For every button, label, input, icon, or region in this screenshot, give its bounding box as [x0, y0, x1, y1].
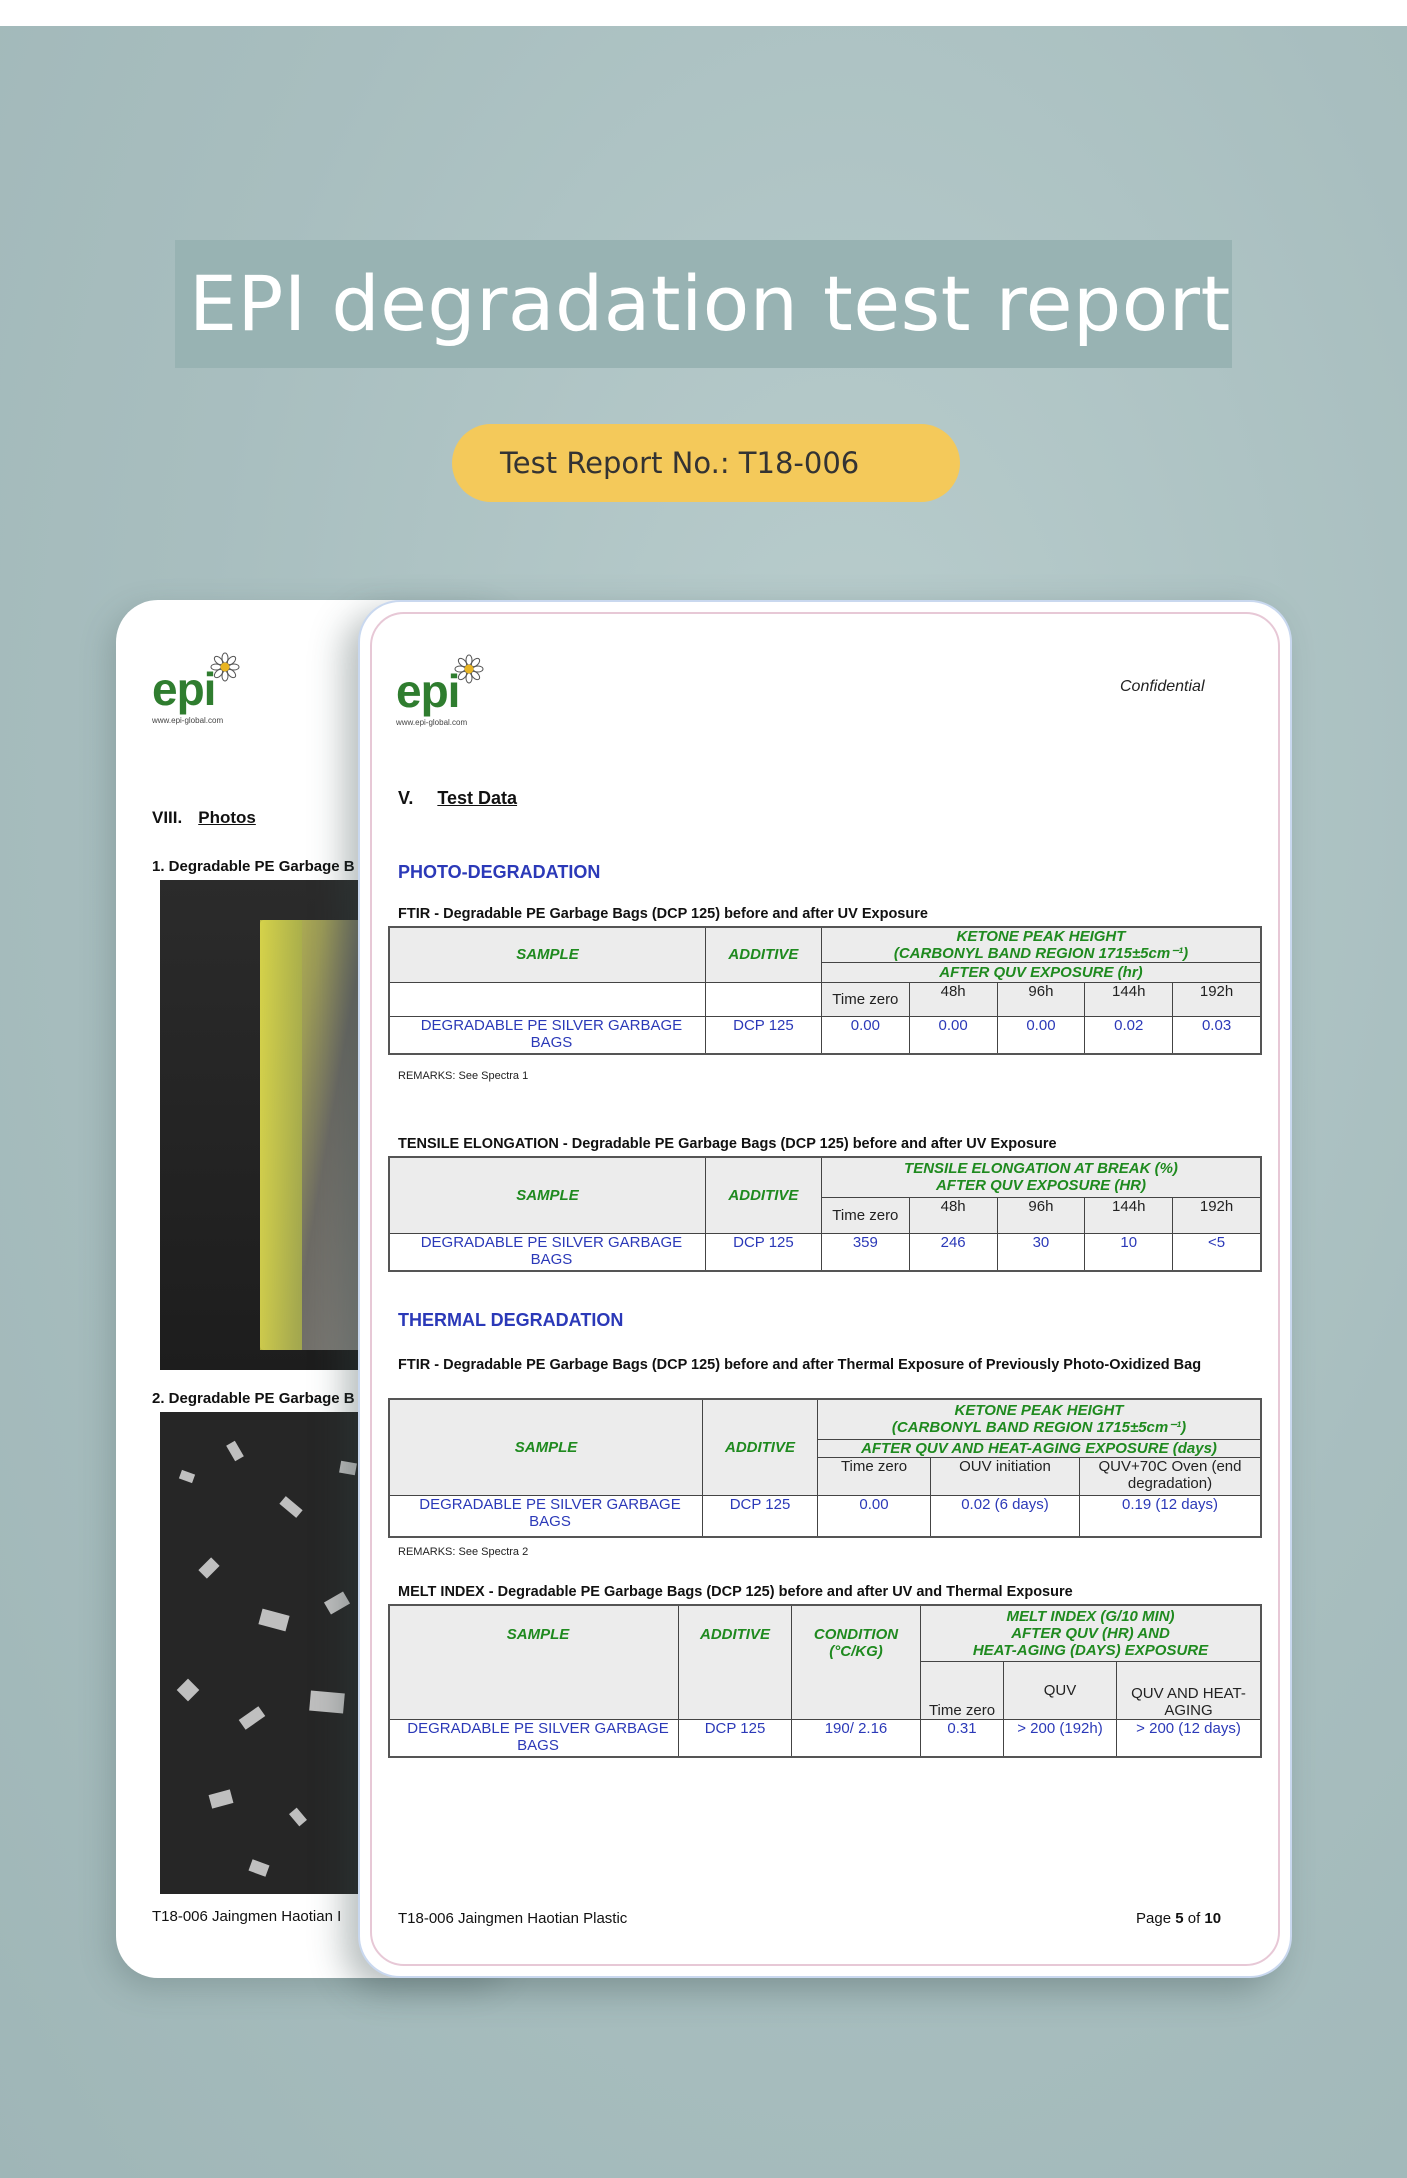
table1-remarks: REMARKS: See Spectra 1 — [398, 1070, 529, 1082]
sample-cell: DEGRADABLE PE SILVER GARBAGE BAGS — [388, 1494, 703, 1538]
col-header: Time zero — [920, 1660, 1004, 1720]
epi-logo: epi www.epi-global.com — [152, 652, 240, 725]
sample-cell: DEGRADABLE PE SILVER GARBAGE BAGS — [388, 1718, 679, 1758]
table4-caption: MELT INDEX - Degradable PE Garbage Bags … — [398, 1584, 1073, 1600]
front-document-page: epi www.epi-global.com Confidential V. Te… — [358, 600, 1292, 1978]
additive-cell: DCP 125 — [704, 1232, 822, 1272]
thermal-degradation-heading: THERMAL DEGRADATION — [398, 1310, 624, 1330]
col-header: QUV AND HEAT-AGING — [1116, 1660, 1262, 1720]
col-header: 192h — [1172, 981, 1262, 1017]
value-cell: 0.00 — [820, 1015, 910, 1055]
flower-icon — [454, 654, 484, 684]
test-data-heading: V. Test Data — [398, 788, 517, 809]
exposure-header: AFTER QUV EXPOSURE (hr) — [820, 961, 1262, 983]
sample-header: SAMPLE — [388, 926, 706, 983]
photo-degradation-heading: PHOTO-DEGRADATION — [398, 862, 601, 882]
photo-caption-2: 2. Degradable PE Garbage B — [152, 1390, 355, 1407]
col-header: 144h — [1084, 1196, 1174, 1234]
value-cell: > 200 (192h) — [1003, 1718, 1117, 1758]
table2-caption: TENSILE ELONGATION - Degradable PE Garba… — [398, 1136, 1057, 1152]
tensile-header: TENSILE ELONGATION AT BREAK (%) AFTER QU… — [820, 1156, 1262, 1198]
value-cell: 0.02 (6 days) — [930, 1494, 1080, 1538]
value-cell: 0.00 — [996, 1015, 1086, 1055]
value-cell: 10 — [1084, 1232, 1174, 1272]
melt-index-header: MELT INDEX (G/10 MIN) AFTER QUV (HR) AND… — [920, 1604, 1262, 1662]
page-number: Page 5 of 10 — [1136, 1910, 1222, 1927]
page-title: EPI degradation test report — [189, 259, 1231, 348]
table3-remarks: REMARKS: See Spectra 2 — [398, 1546, 529, 1558]
value-cell: 0.02 — [1084, 1015, 1174, 1055]
logo-url: www.epi-global.com — [396, 718, 468, 727]
value-cell: 0.19 (12 days) — [1079, 1494, 1262, 1538]
sample-cell: DEGRADABLE PE SILVER GARBAGE BAGS — [388, 1015, 706, 1055]
confidential-label: Confidential — [1120, 678, 1205, 695]
report-number-text: Test Report No.: T18-006 — [500, 446, 860, 480]
condition-cell: 190/ 2.16 — [791, 1718, 921, 1758]
title-banner: EPI degradation test report — [175, 240, 1232, 368]
additive-header: ADDITIVE — [704, 1156, 822, 1234]
logo-url: www.epi-global.com — [152, 716, 224, 725]
epi-logo: epi www.epi-global.com — [396, 654, 484, 727]
additive-header: ADDITIVE — [678, 1604, 792, 1720]
sample-header: SAMPLE — [388, 1398, 703, 1496]
photo-caption-1: 1. Degradable PE Garbage B — [152, 858, 355, 875]
value-cell: 0.00 — [817, 1494, 931, 1538]
value-cell: <5 — [1172, 1232, 1262, 1272]
ketone-header: KETONE PEAK HEIGHT (CARBONYL BAND REGION… — [817, 1398, 1262, 1440]
additive-header: ADDITIVE — [704, 926, 822, 983]
section-title: Photos — [198, 808, 256, 827]
section-number: VIII. — [152, 808, 183, 827]
section-number: V. — [398, 788, 414, 808]
col-header: 192h — [1172, 1196, 1262, 1234]
table3-caption: FTIR - Degradable PE Garbage Bags (DCP 1… — [398, 1357, 1202, 1373]
col-header: Time zero — [820, 981, 910, 1017]
col-header: 48h — [908, 981, 998, 1017]
col-header: QUV — [1003, 1660, 1117, 1720]
col-header: Time zero — [820, 1196, 910, 1234]
additive-cell: DCP 125 — [702, 1494, 818, 1538]
value-cell: > 200 (12 days) — [1116, 1718, 1262, 1758]
flower-icon — [210, 652, 240, 682]
condition-header: CONDITION (°C/KG) — [791, 1604, 921, 1720]
value-cell: 359 — [820, 1232, 910, 1272]
report-number-badge: Test Report No.: T18-006 — [452, 424, 960, 502]
additive-cell: DCP 125 — [704, 1015, 822, 1055]
col-header: QUV+70C Oven (end degradation) — [1079, 1456, 1262, 1496]
photos-heading: VIII. Photos — [152, 808, 256, 828]
additive-cell: DCP 125 — [678, 1718, 792, 1758]
value-cell: 0.00 — [908, 1015, 998, 1055]
exposure-header: AFTER QUV AND HEAT-AGING EXPOSURE (days) — [817, 1438, 1262, 1458]
col-header: 48h — [908, 1196, 998, 1234]
value-cell: 246 — [908, 1232, 998, 1272]
additive-header: ADDITIVE — [702, 1398, 818, 1496]
value-cell: 30 — [996, 1232, 1086, 1272]
back-page-footer: T18-006 Jaingmen Haotian I — [152, 1908, 342, 1925]
col-header: 96h — [996, 1196, 1086, 1234]
table1-caption: FTIR - Degradable PE Garbage Bags (DCP 1… — [398, 906, 928, 922]
value-cell: 0.03 — [1172, 1015, 1262, 1055]
front-page-footer: T18-006 Jaingmen Haotian Plastic — [398, 1910, 628, 1927]
sample-header: SAMPLE — [388, 1156, 706, 1234]
ftir-uv-table: SAMPLE ADDITIVE KETONE PEAK HEIGHT (CARB… — [388, 926, 1262, 1055]
col-header: OUV initiation — [930, 1456, 1080, 1496]
col-header: Time zero — [817, 1456, 931, 1496]
top-white-strip — [0, 0, 1407, 26]
col-header: 144h — [1084, 981, 1174, 1017]
sample-cell: DEGRADABLE PE SILVER GARBAGE BAGS — [388, 1232, 706, 1272]
sample-header: SAMPLE — [388, 1604, 679, 1720]
melt-index-table: SAMPLE ADDITIVE CONDITION (°C/KG) MELT I… — [388, 1604, 1262, 1758]
ftir-thermal-table: SAMPLE ADDITIVE KETONE PEAK HEIGHT (CARB… — [388, 1398, 1262, 1538]
value-cell: 0.31 — [920, 1718, 1004, 1758]
section-title: Test Data — [437, 788, 518, 808]
ketone-header: KETONE PEAK HEIGHT (CARBONYL BAND REGION… — [820, 926, 1262, 962]
tensile-elongation-table: SAMPLE ADDITIVE TENSILE ELONGATION AT BR… — [388, 1156, 1262, 1272]
col-header: 96h — [996, 981, 1086, 1017]
